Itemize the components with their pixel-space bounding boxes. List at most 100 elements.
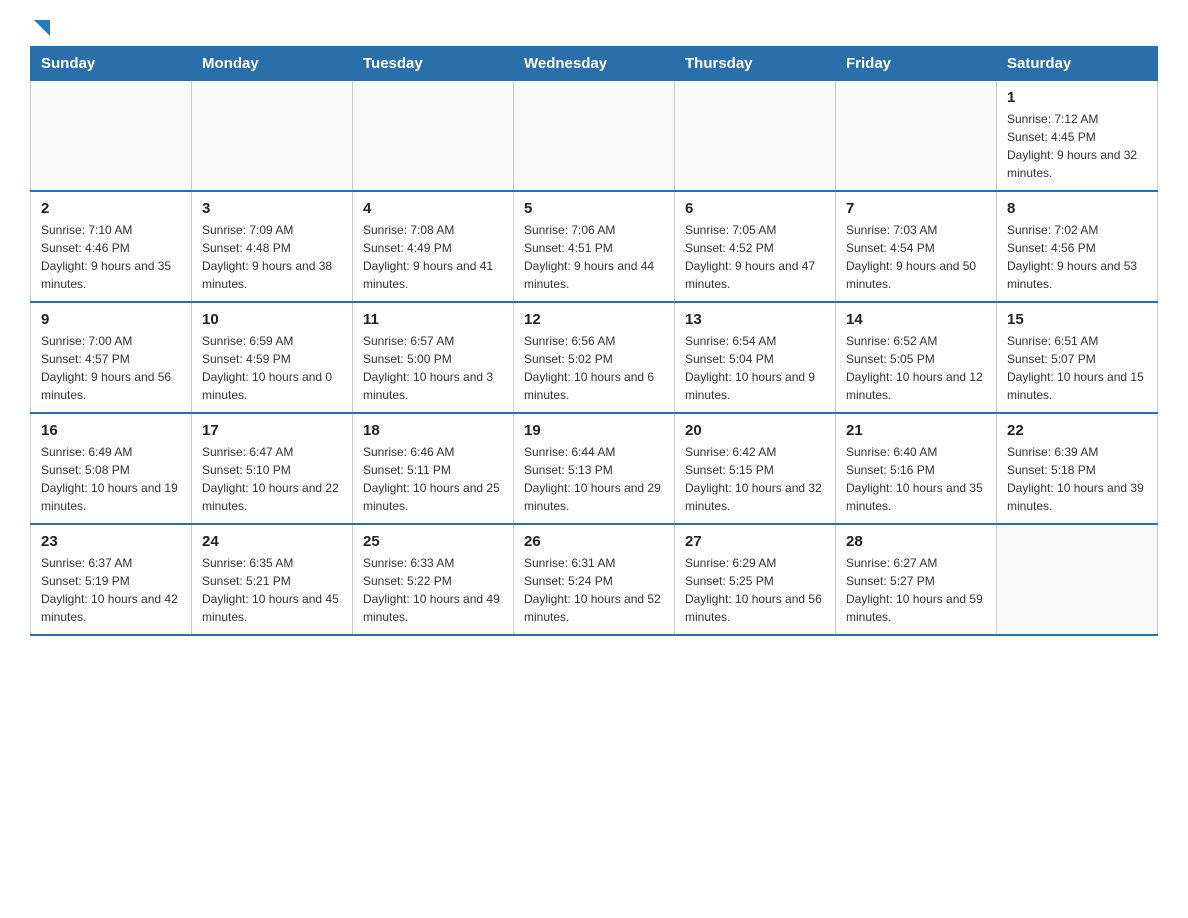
day-cell — [675, 81, 836, 192]
day-number: 24 — [202, 533, 342, 550]
day-number: 9 — [41, 311, 181, 328]
day-info: Sunrise: 6:47 AM Sunset: 5:10 PM Dayligh… — [202, 443, 342, 515]
day-number: 13 — [685, 311, 825, 328]
day-header-tuesday: Tuesday — [353, 47, 514, 81]
day-number: 8 — [1007, 200, 1147, 217]
day-cell: 20 Sunrise: 6:42 AM Sunset: 5:15 PM Dayli… — [675, 413, 836, 524]
day-info: Sunrise: 6:35 AM Sunset: 5:21 PM Dayligh… — [202, 554, 342, 626]
day-number: 21 — [846, 422, 986, 439]
day-number: 15 — [1007, 311, 1147, 328]
day-cell: 23 Sunrise: 6:37 AM Sunset: 5:19 PM Dayli… — [31, 524, 192, 635]
day-info: Sunrise: 7:08 AM Sunset: 4:49 PM Dayligh… — [363, 221, 503, 293]
week-row-2: 2 Sunrise: 7:10 AM Sunset: 4:46 PM Daylig… — [31, 191, 1158, 302]
day-cell: 16 Sunrise: 6:49 AM Sunset: 5:08 PM Dayli… — [31, 413, 192, 524]
day-cell: 4 Sunrise: 7:08 AM Sunset: 4:49 PM Daylig… — [353, 191, 514, 302]
logo — [30, 20, 50, 36]
day-header-monday: Monday — [192, 47, 353, 81]
day-number: 10 — [202, 311, 342, 328]
day-info: Sunrise: 6:39 AM Sunset: 5:18 PM Dayligh… — [1007, 443, 1147, 515]
day-info: Sunrise: 6:59 AM Sunset: 4:59 PM Dayligh… — [202, 332, 342, 404]
day-number: 25 — [363, 533, 503, 550]
day-info: Sunrise: 7:03 AM Sunset: 4:54 PM Dayligh… — [846, 221, 986, 293]
day-cell: 12 Sunrise: 6:56 AM Sunset: 5:02 PM Dayli… — [514, 302, 675, 413]
day-cell — [514, 81, 675, 192]
day-cell: 14 Sunrise: 6:52 AM Sunset: 5:05 PM Dayli… — [836, 302, 997, 413]
day-number: 12 — [524, 311, 664, 328]
day-number: 27 — [685, 533, 825, 550]
day-cell: 18 Sunrise: 6:46 AM Sunset: 5:11 PM Dayli… — [353, 413, 514, 524]
day-cell: 10 Sunrise: 6:59 AM Sunset: 4:59 PM Dayli… — [192, 302, 353, 413]
day-info: Sunrise: 6:44 AM Sunset: 5:13 PM Dayligh… — [524, 443, 664, 515]
day-cell: 15 Sunrise: 6:51 AM Sunset: 5:07 PM Dayli… — [997, 302, 1158, 413]
day-info: Sunrise: 6:40 AM Sunset: 5:16 PM Dayligh… — [846, 443, 986, 515]
day-number: 16 — [41, 422, 181, 439]
day-number: 18 — [363, 422, 503, 439]
day-cell: 26 Sunrise: 6:31 AM Sunset: 5:24 PM Dayli… — [514, 524, 675, 635]
week-row-1: 1Sunrise: 7:12 AM Sunset: 4:45 PM Daylig… — [31, 81, 1158, 192]
day-info: Sunrise: 6:27 AM Sunset: 5:27 PM Dayligh… — [846, 554, 986, 626]
day-number: 11 — [363, 311, 503, 328]
calendar-table: SundayMondayTuesdayWednesdayThursdayFrid… — [30, 46, 1158, 636]
day-number: 14 — [846, 311, 986, 328]
day-cell: 11 Sunrise: 6:57 AM Sunset: 5:00 PM Dayli… — [353, 302, 514, 413]
day-info: Sunrise: 7:06 AM Sunset: 4:51 PM Dayligh… — [524, 221, 664, 293]
day-info: Sunrise: 7:02 AM Sunset: 4:56 PM Dayligh… — [1007, 221, 1147, 293]
day-cell: 8 Sunrise: 7:02 AM Sunset: 4:56 PM Daylig… — [997, 191, 1158, 302]
day-info: Sunrise: 6:57 AM Sunset: 5:00 PM Dayligh… — [363, 332, 503, 404]
week-row-3: 9 Sunrise: 7:00 AM Sunset: 4:57 PM Daylig… — [31, 302, 1158, 413]
day-cell: 25 Sunrise: 6:33 AM Sunset: 5:22 PM Dayli… — [353, 524, 514, 635]
day-cell — [31, 81, 192, 192]
day-cell: 22Sunrise: 6:39 AM Sunset: 5:18 PM Dayli… — [997, 413, 1158, 524]
day-number: 28 — [846, 533, 986, 550]
day-number: 2 — [41, 200, 181, 217]
day-info: Sunrise: 6:42 AM Sunset: 5:15 PM Dayligh… — [685, 443, 825, 515]
day-info: Sunrise: 7:05 AM Sunset: 4:52 PM Dayligh… — [685, 221, 825, 293]
day-number: 4 — [363, 200, 503, 217]
day-cell: 17 Sunrise: 6:47 AM Sunset: 5:10 PM Dayli… — [192, 413, 353, 524]
day-info: Sunrise: 6:49 AM Sunset: 5:08 PM Dayligh… — [41, 443, 181, 515]
days-header-row: SundayMondayTuesdayWednesdayThursdayFrid… — [31, 47, 1158, 81]
day-header-thursday: Thursday — [675, 47, 836, 81]
day-header-saturday: Saturday — [997, 47, 1158, 81]
day-cell: 1Sunrise: 7:12 AM Sunset: 4:45 PM Daylig… — [997, 81, 1158, 192]
day-info: Sunrise: 6:46 AM Sunset: 5:11 PM Dayligh… — [363, 443, 503, 515]
day-cell: 7 Sunrise: 7:03 AM Sunset: 4:54 PM Daylig… — [836, 191, 997, 302]
day-info: Sunrise: 6:33 AM Sunset: 5:22 PM Dayligh… — [363, 554, 503, 626]
day-cell: 21 Sunrise: 6:40 AM Sunset: 5:16 PM Dayli… — [836, 413, 997, 524]
day-info: Sunrise: 7:10 AM Sunset: 4:46 PM Dayligh… — [41, 221, 181, 293]
day-number: 6 — [685, 200, 825, 217]
day-header-wednesday: Wednesday — [514, 47, 675, 81]
day-number: 23 — [41, 533, 181, 550]
logo-triangle-icon — [32, 20, 50, 38]
day-cell: 2 Sunrise: 7:10 AM Sunset: 4:46 PM Daylig… — [31, 191, 192, 302]
day-info: Sunrise: 7:00 AM Sunset: 4:57 PM Dayligh… — [41, 332, 181, 404]
day-cell — [353, 81, 514, 192]
week-row-5: 23 Sunrise: 6:37 AM Sunset: 5:19 PM Dayli… — [31, 524, 1158, 635]
day-info: Sunrise: 6:56 AM Sunset: 5:02 PM Dayligh… — [524, 332, 664, 404]
day-cell — [192, 81, 353, 192]
day-header-friday: Friday — [836, 47, 997, 81]
day-info: Sunrise: 6:31 AM Sunset: 5:24 PM Dayligh… — [524, 554, 664, 626]
day-cell: 5 Sunrise: 7:06 AM Sunset: 4:51 PM Daylig… — [514, 191, 675, 302]
day-cell: 19Sunrise: 6:44 AM Sunset: 5:13 PM Dayli… — [514, 413, 675, 524]
day-info: Sunrise: 6:51 AM Sunset: 5:07 PM Dayligh… — [1007, 332, 1147, 404]
day-number: 26 — [524, 533, 664, 550]
day-info: Sunrise: 7:12 AM Sunset: 4:45 PM Dayligh… — [1007, 110, 1147, 182]
day-info: Sunrise: 7:09 AM Sunset: 4:48 PM Dayligh… — [202, 221, 342, 293]
day-cell: 28 Sunrise: 6:27 AM Sunset: 5:27 PM Dayli… — [836, 524, 997, 635]
day-cell — [997, 524, 1158, 635]
day-cell: 24 Sunrise: 6:35 AM Sunset: 5:21 PM Dayli… — [192, 524, 353, 635]
day-header-sunday: Sunday — [31, 47, 192, 81]
day-number: 5 — [524, 200, 664, 217]
day-number: 3 — [202, 200, 342, 217]
day-number: 17 — [202, 422, 342, 439]
day-number: 7 — [846, 200, 986, 217]
day-info: Sunrise: 6:52 AM Sunset: 5:05 PM Dayligh… — [846, 332, 986, 404]
day-info: Sunrise: 6:37 AM Sunset: 5:19 PM Dayligh… — [41, 554, 181, 626]
page-header — [30, 20, 1158, 36]
day-cell: 13Sunrise: 6:54 AM Sunset: 5:04 PM Dayli… — [675, 302, 836, 413]
day-cell: 27Sunrise: 6:29 AM Sunset: 5:25 PM Dayli… — [675, 524, 836, 635]
week-row-4: 16 Sunrise: 6:49 AM Sunset: 5:08 PM Dayli… — [31, 413, 1158, 524]
day-number: 20 — [685, 422, 825, 439]
day-cell — [836, 81, 997, 192]
